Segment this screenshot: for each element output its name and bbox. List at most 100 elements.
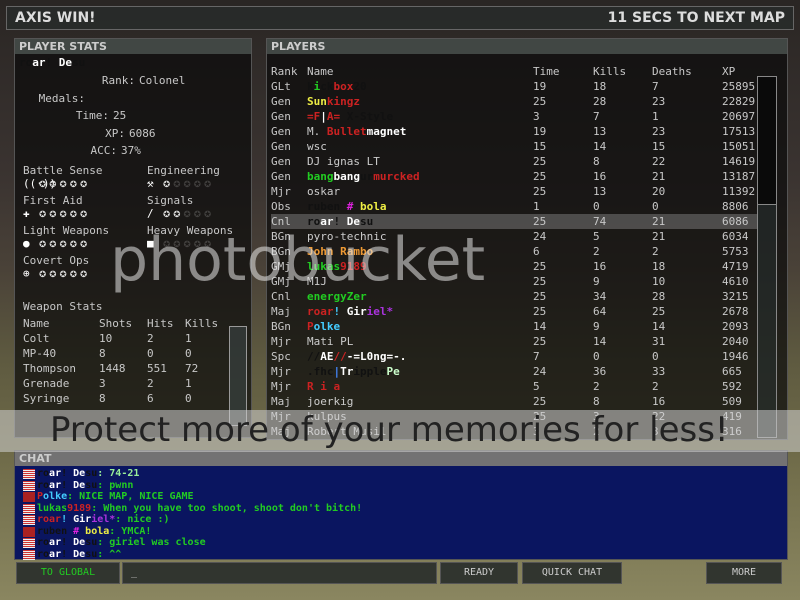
name-segment: A= (326, 110, 341, 123)
player-xp: 15051 (722, 140, 756, 153)
player-rank: Gen (271, 140, 291, 153)
player-row[interactable]: Maj roar! Giriel* 25 64 25 2678 (271, 304, 757, 319)
player-xp: 2093 (722, 320, 749, 333)
player-row[interactable]: Obs ruben # bola 1 0 0 8806 (271, 199, 757, 214)
player-row[interactable]: Cnl roar! Desu 25 74 21 6086 (271, 214, 757, 229)
name-segment: 9189 (340, 260, 367, 273)
star-icon: ✪ (183, 206, 194, 220)
star-icon: ✪ (49, 266, 60, 280)
player-rank: Gen (271, 125, 291, 138)
skill-level-stars: ✪✪✪✪✪ (39, 176, 90, 190)
chat-message: roar! Giriel*: nice :) (15, 514, 787, 526)
player-time: 25 (533, 215, 547, 228)
name-segment: Bullet (326, 125, 367, 138)
weapon-header: Name (23, 317, 50, 330)
player-row[interactable]: GMj M1J 25 9 10 4610 (271, 274, 757, 289)
player-row[interactable]: Gen bangbangurmurcked 25 16 21 13187 (271, 169, 757, 184)
player-row[interactable]: Mjr .fhc|TripplePe 24 36 33 665 (271, 364, 757, 379)
to-global-button[interactable]: TO GLOBAL (16, 562, 120, 584)
player-name: M. Bulletmagnet (307, 124, 406, 139)
stat-label: ACC: (90, 144, 118, 157)
name-segment: su (72, 56, 86, 69)
column-header: Time (533, 65, 560, 78)
player-row[interactable]: Mjr oskar 25 13 20 11392 (271, 184, 757, 199)
star-icon: ✪ (173, 206, 184, 220)
name-segment: kingz (326, 95, 360, 108)
players-scrollbar[interactable] (757, 76, 777, 438)
player-row[interactable]: GLt kickbox20 19 18 7 25895 (271, 79, 757, 94)
name-segment: ! (61, 548, 74, 560)
player-row[interactable]: BGn pyro-technic 24 5 21 6034 (271, 229, 757, 244)
star-icon: ✪ (49, 176, 60, 190)
player-kills: 13 (593, 185, 607, 198)
player-row[interactable]: Spc//AE//-=L0ng=-. 7 0 0 1946 (271, 349, 757, 364)
player-xp: 665 (722, 365, 742, 378)
allies-flag-icon (23, 469, 35, 479)
player-row[interactable]: Gen wsc 15 14 15 15051 (271, 139, 757, 154)
skill-level-stars: ✪✪✪✪✪ (163, 236, 214, 250)
name-segment: ro (37, 548, 50, 560)
player-row[interactable]: Mjr Mati PL 25 14 31 2040 (271, 334, 757, 349)
player-row[interactable]: Cnl energyZer 25 34 28 3215 (271, 289, 757, 304)
player-deaths: 21 (652, 230, 666, 243)
player-deaths: 2 (652, 245, 659, 258)
player-rank: Gen (271, 170, 291, 183)
player-row[interactable]: GMj lukas9189 25 16 18 4719 (271, 259, 757, 274)
name-segment: su (85, 479, 98, 491)
player-xp: 4719 (722, 260, 749, 273)
name-segment: murcked (373, 170, 420, 183)
chat-sender: roar! Desu (37, 468, 97, 479)
ready-button[interactable]: READY (440, 562, 518, 584)
player-rank: Maj (271, 395, 291, 408)
column-header: Kills (593, 65, 627, 78)
match-result: AXIS WIN! (15, 10, 96, 26)
player-row[interactable]: Mjr R i a 5 2 2 592 (271, 379, 757, 394)
player-name: M1J (307, 274, 327, 289)
chat-message: roar! Desu: 74-21 (15, 468, 787, 480)
player-xp: 4610 (722, 275, 749, 288)
player-row[interactable]: Gen M. Bulletmagnet 19 13 23 17513 (271, 124, 757, 139)
more-button[interactable]: MORE (706, 562, 782, 584)
player-row[interactable]: Maj joerkig 25 8 16 509 (271, 394, 757, 409)
chat-message: roar! Desu: giriel was close (15, 537, 787, 549)
player-row[interactable]: BGn John Rambo 6 2 2 5753 (271, 244, 757, 259)
player-time: 25 (533, 260, 547, 273)
heavy-weapon-icon: ■ (147, 237, 154, 250)
name-segment: ruben (37, 525, 74, 537)
player-name: oskar (307, 184, 340, 199)
player-row[interactable]: Gen =F|A= X-Style 3 7 1 20697 (271, 109, 757, 124)
name-segment: k (307, 80, 314, 93)
name-segment: De (73, 468, 86, 479)
name-segment: M1J (307, 275, 327, 288)
weapon-cell: 3 (99, 377, 106, 390)
name-segment: Tr (340, 365, 354, 378)
player-row[interactable]: Gen Sunkingz 25 28 23 22829 (271, 94, 757, 109)
star-icon: ✪ (173, 236, 184, 250)
player-name: pyro-technic (307, 229, 386, 244)
column-header: Deaths (652, 65, 692, 78)
player-name: ruben # bola (307, 199, 387, 214)
player-rank: Spc (271, 350, 291, 363)
chat-message: roar! Desu: ^^ (15, 549, 787, 561)
chat-input[interactable]: _ (122, 562, 437, 584)
name-segment: iel* (91, 514, 116, 525)
player-kills: 14 (593, 335, 607, 348)
player-deaths: 14 (652, 320, 666, 333)
wrench-icon: ⚒ (147, 177, 154, 190)
player-row[interactable]: Gen DJ ignas LT 25 8 22 14619 (271, 154, 757, 169)
player-kills: 0 (593, 200, 600, 213)
allies-flag-icon (23, 515, 35, 525)
player-deaths: 0 (652, 350, 659, 363)
chat-message: Polke: NICE MAP, NICE GAME (15, 491, 787, 503)
chat-sender: roar! Giriel* (37, 514, 115, 525)
player-kills: 9 (593, 275, 600, 288)
player-row[interactable]: BGn Polke 14 9 14 2093 (271, 319, 757, 334)
player-name: //AE//-=L0ng=-. (307, 349, 406, 364)
weapon-cell: 0 (185, 347, 192, 360)
scrollbar-thumb[interactable] (758, 77, 776, 205)
star-icon: ✪ (79, 266, 91, 280)
star-icon: ✪ (39, 206, 50, 220)
player-rank: BGn (271, 320, 291, 333)
quick-chat-button[interactable]: QUICK CHAT (522, 562, 622, 584)
player-xp: 25895 (722, 80, 756, 93)
